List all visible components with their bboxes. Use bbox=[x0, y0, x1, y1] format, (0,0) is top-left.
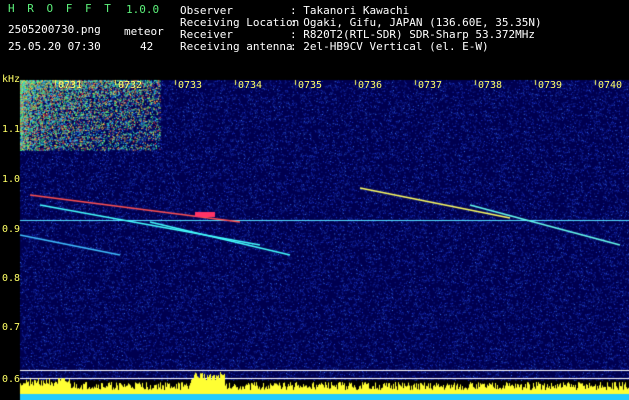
time-tick-label: 0740 bbox=[598, 80, 623, 91]
freq-unit-label: kHz bbox=[2, 74, 21, 85]
meteor-label: meteor bbox=[124, 25, 164, 38]
app-title: H R O F F T bbox=[8, 2, 114, 15]
freq-tick-label: 0.9 bbox=[2, 224, 21, 235]
freq-tick-label: 0.8 bbox=[2, 273, 21, 284]
meteor-count: 42 bbox=[140, 40, 154, 53]
freq-tick-label: 1.0 bbox=[2, 174, 21, 185]
freq-tick-label: 0.6 bbox=[2, 374, 21, 385]
time-tick-label: 0731 bbox=[58, 80, 83, 91]
time-tick-label: 0732 bbox=[118, 80, 143, 91]
spectrogram-canvas bbox=[0, 0, 629, 400]
time-tick-label: 0733 bbox=[178, 80, 203, 91]
time-tick-label: 0735 bbox=[298, 80, 323, 91]
app-version: 1.0.0 bbox=[126, 3, 160, 16]
time-tick-label: 0738 bbox=[478, 80, 503, 91]
antenna-value: : 2el-HB9CV Vertical (el. E-W) bbox=[290, 40, 489, 53]
time-tick-label: 0737 bbox=[418, 80, 443, 91]
freq-tick-label: 0.7 bbox=[2, 322, 21, 333]
antenna-key: Receiving antenna bbox=[180, 40, 293, 53]
time-tick-label: 0734 bbox=[238, 80, 263, 91]
freq-tick-label: 1.1 bbox=[2, 124, 21, 135]
time-tick-label: 0736 bbox=[358, 80, 383, 91]
date-time: 25.05.20 07:30 bbox=[8, 40, 101, 53]
time-tick-label: 0739 bbox=[538, 80, 563, 91]
file-name: 2505200730.png bbox=[8, 23, 101, 36]
